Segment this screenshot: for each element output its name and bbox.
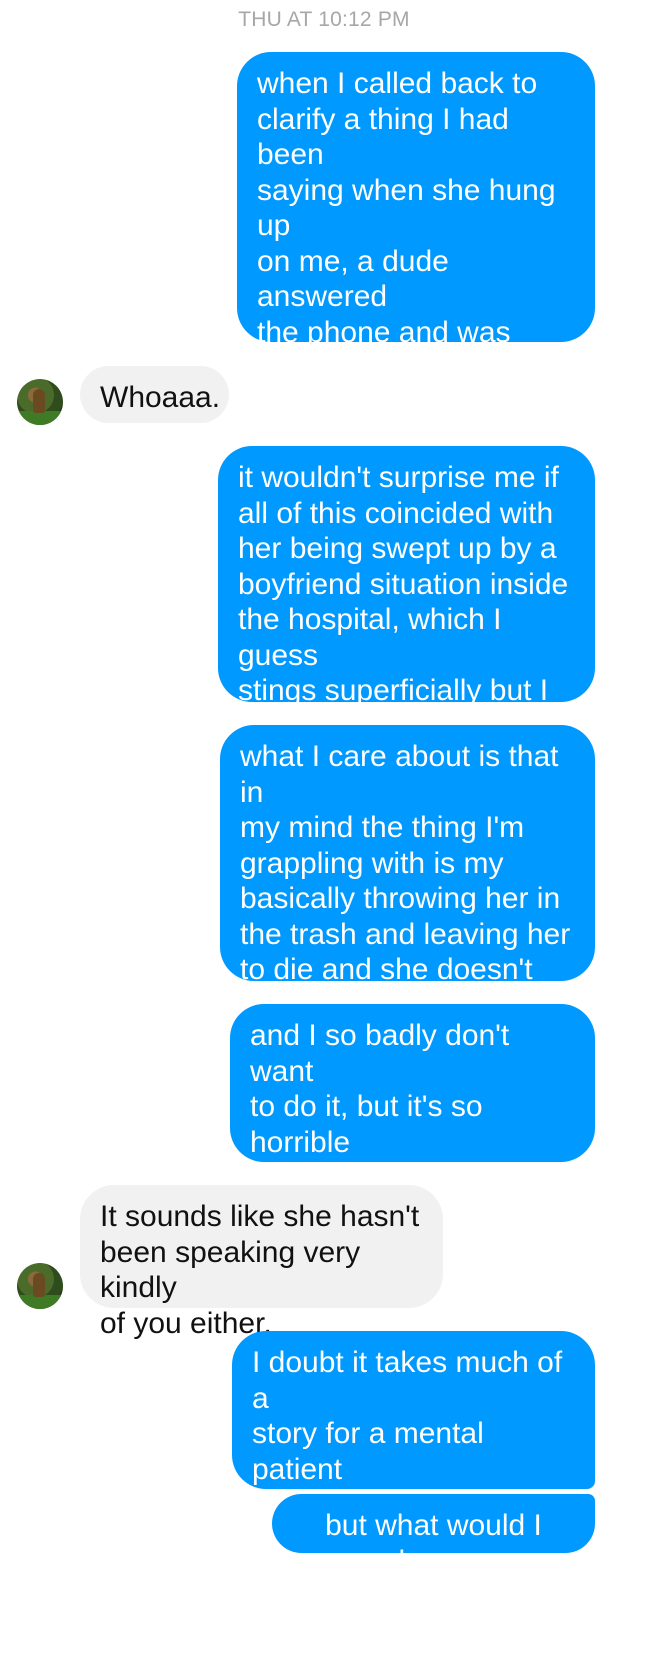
- avatar-grass: [17, 411, 63, 425]
- message-bubble-outgoing[interactable]: but what would I know: [272, 1494, 595, 1578]
- message-bubble-incoming[interactable]: Whoaaa.: [80, 366, 229, 423]
- message-bubble-incoming[interactable]: It sounds like she hasn't been speaking …: [80, 1185, 443, 1340]
- message-bubble-outgoing[interactable]: and I so badly don't want to do it, but …: [230, 1004, 595, 1230]
- avatar-icon[interactable]: [17, 379, 63, 425]
- message-bubble-outgoing[interactable]: I doubt it takes much of a story for a m…: [232, 1331, 595, 1557]
- avatar-figure: [33, 1273, 45, 1297]
- conversation-timestamp: THU AT 10:12 PM: [238, 8, 410, 31]
- message-bubble-outgoing[interactable]: what I care about is that in my mind the…: [220, 725, 595, 1022]
- avatar-figure: [33, 389, 45, 413]
- avatar-grass: [17, 1295, 63, 1309]
- avatar-icon[interactable]: [17, 1263, 63, 1309]
- message-bubble-outgoing[interactable]: it wouldn't surprise me if all of this c…: [218, 446, 595, 778]
- message-bubble-outgoing[interactable]: when I called back to clarify a thing I …: [237, 52, 595, 491]
